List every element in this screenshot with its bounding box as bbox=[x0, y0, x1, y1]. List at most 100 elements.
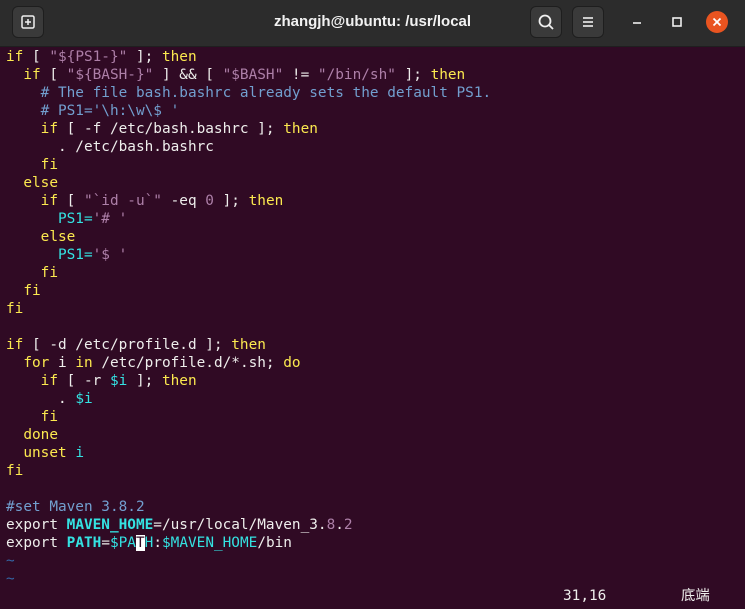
code-token: unset bbox=[6, 445, 67, 461]
code-line: if [ "${PS1-}" ]; then bbox=[6, 48, 197, 66]
code-line: if [ -d /etc/profile.d ]; then bbox=[6, 336, 266, 354]
code-token: if bbox=[6, 49, 24, 65]
code-token: "/bin/sh" bbox=[317, 67, 396, 83]
code-token: "$BASH" bbox=[222, 67, 284, 83]
code-token: . bbox=[6, 391, 76, 407]
code-token: fi bbox=[6, 283, 41, 299]
code-token: else bbox=[6, 175, 58, 191]
code-token: in bbox=[75, 355, 93, 371]
empty-line-marker: ~ bbox=[6, 552, 15, 570]
title-bar[interactable]: zhangjh@ubuntu: /usr/local bbox=[0, 0, 745, 47]
code-token: ] && [ bbox=[153, 67, 223, 83]
code-token: [ bbox=[23, 49, 50, 65]
code-token: fi bbox=[6, 265, 58, 281]
code-token: if bbox=[6, 193, 58, 209]
close-button[interactable] bbox=[706, 11, 728, 33]
code-token: [ -d /etc/profile.d ]; bbox=[23, 337, 232, 353]
code-token: = bbox=[101, 535, 110, 551]
code-token: != bbox=[283, 67, 318, 83]
code-line: for i in /etc/profile.d/*.sh; do bbox=[6, 354, 301, 372]
code-token: if bbox=[6, 337, 24, 353]
code-token: # The file bash.bashrc already sets the … bbox=[6, 85, 492, 101]
code-line: export MAVEN_HOME=/usr/local/Maven_3.8.2 bbox=[6, 516, 353, 534]
code-line: # The file bash.bashrc already sets the … bbox=[6, 84, 492, 102]
code-token: /etc/profile.d/*.sh; bbox=[92, 355, 284, 371]
code-token: ]; bbox=[395, 67, 431, 83]
code-token: 8 bbox=[326, 517, 336, 533]
hamburger-menu-icon bbox=[583, 17, 593, 27]
code-token: done bbox=[6, 427, 58, 443]
code-line: fi bbox=[6, 282, 41, 300]
vim-status-line: 31,16 底端 bbox=[0, 587, 745, 605]
code-token: 0 bbox=[205, 193, 214, 209]
code-line: fi bbox=[6, 462, 23, 480]
code-token: then bbox=[161, 373, 197, 389]
code-token: then bbox=[231, 337, 266, 353]
code-token: then bbox=[283, 121, 318, 137]
code-line: . /etc/bash.bashrc bbox=[6, 138, 214, 156]
code-line: PS1='# ' bbox=[6, 210, 127, 228]
code-token: '# ' bbox=[92, 211, 128, 227]
code-line: unset i bbox=[6, 444, 84, 462]
code-token: i bbox=[75, 445, 84, 461]
code-token: then bbox=[161, 49, 197, 65]
code-line: fi bbox=[6, 408, 58, 426]
minimize-icon bbox=[633, 22, 641, 24]
code-token: PS1= bbox=[6, 211, 93, 227]
code-line: if [ "${BASH-}" ] && [ "$BASH" != "/bin/… bbox=[6, 66, 465, 84]
code-token: for bbox=[6, 355, 50, 371]
code-token: [ -r bbox=[57, 373, 110, 389]
code-token: PS1= bbox=[6, 247, 93, 263]
code-line: fi bbox=[6, 156, 58, 174]
search-button[interactable] bbox=[530, 6, 562, 38]
code-token: if bbox=[6, 373, 58, 389]
code-line: else bbox=[6, 228, 76, 246]
code-token: ~ bbox=[6, 571, 15, 587]
maximize-icon bbox=[672, 17, 682, 27]
code-token: fi bbox=[6, 463, 24, 479]
code-token: -eq bbox=[161, 193, 206, 209]
terminal-content[interactable]: 31,16 底端 if [ "${PS1-}" ]; then if [ "${… bbox=[0, 47, 745, 609]
minimize-button[interactable] bbox=[626, 11, 648, 33]
code-token: PATH bbox=[66, 535, 102, 551]
code-token: $i bbox=[75, 391, 93, 407]
code-line: PS1='$ ' bbox=[6, 246, 127, 264]
code-token: fi bbox=[6, 157, 58, 173]
code-token: ~ bbox=[6, 553, 15, 569]
code-token: then bbox=[430, 67, 466, 83]
code-token: export bbox=[6, 535, 67, 551]
code-token: export bbox=[6, 517, 67, 533]
code-token: # PS1='\h:\w\$ ' bbox=[6, 103, 180, 119]
code-token: "${PS1-}" bbox=[49, 49, 128, 65]
code-token: ]; bbox=[127, 49, 162, 65]
code-token: else bbox=[6, 229, 76, 245]
code-token: #set Maven 3.8.2 bbox=[6, 499, 145, 515]
code-line: export PATH=$PATH:$MAVEN_HOME/bin bbox=[6, 534, 292, 552]
code-token: [ -f /etc/bash.bashrc ]; bbox=[57, 121, 284, 137]
code-line: if [ -f /etc/bash.bashrc ]; then bbox=[6, 120, 318, 138]
close-icon bbox=[712, 17, 722, 27]
code-token: fi bbox=[6, 301, 24, 317]
code-line: # PS1='\h:\w\$ ' bbox=[6, 102, 180, 120]
code-token: : bbox=[153, 535, 162, 551]
search-icon bbox=[538, 14, 554, 30]
code-token: MAVEN_HOME bbox=[66, 517, 154, 533]
code-token: [ bbox=[57, 193, 84, 209]
code-line: if [ -r $i ]; then bbox=[6, 372, 197, 390]
code-line: if [ "`id -u`" -eq 0 ]; then bbox=[6, 192, 284, 210]
code-token: $MAVEN_HOME bbox=[162, 535, 258, 551]
code-token: $PA bbox=[109, 535, 136, 551]
menu-button[interactable] bbox=[572, 6, 604, 38]
code-line: fi bbox=[6, 264, 58, 282]
scroll-position: 底端 bbox=[681, 588, 710, 604]
code-token: . bbox=[335, 517, 344, 533]
code-token: do bbox=[283, 355, 301, 371]
code-token: =/usr/local/Maven_3. bbox=[153, 517, 327, 533]
code-token: if bbox=[6, 121, 58, 137]
code-token: ]; bbox=[127, 373, 162, 389]
code-token: then bbox=[248, 193, 284, 209]
code-token: "`id -u`" bbox=[83, 193, 162, 209]
maximize-button[interactable] bbox=[666, 11, 688, 33]
code-token: '$ ' bbox=[92, 247, 128, 263]
code-line: . $i bbox=[6, 390, 93, 408]
